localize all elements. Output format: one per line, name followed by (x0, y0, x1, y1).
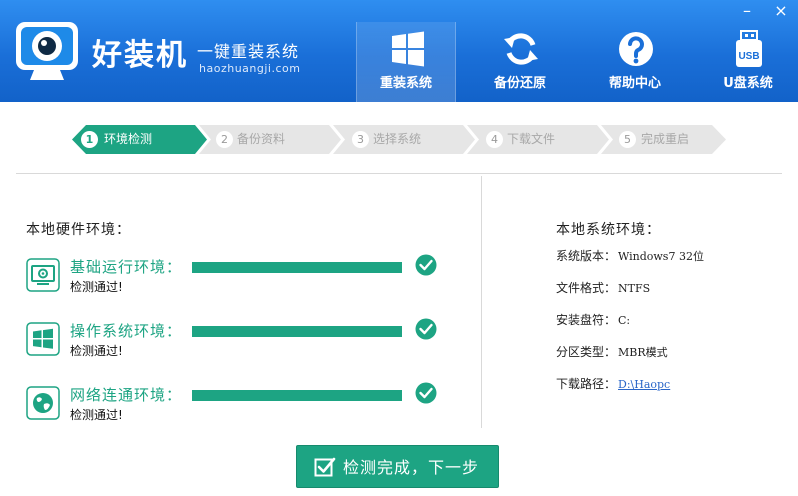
hardware-section-title: 本地硬件环境： (26, 222, 131, 238)
step-label: 下载文件 (507, 132, 556, 146)
nav-backup-restore[interactable]: 备份还原 (470, 22, 570, 102)
check-status: 检测通过! (70, 408, 123, 422)
check-passed-icon (415, 254, 437, 276)
info-value: NTFS (618, 282, 651, 295)
step-finish-restart: 5 完成重启 (601, 125, 726, 154)
step-number: 3 (352, 131, 369, 148)
check-passed-icon (415, 382, 437, 404)
info-system-version: 系统版本： Windows7 32位 (556, 249, 704, 264)
check-row-basic-runtime: 基础运行环境： 检测通过! (26, 254, 446, 304)
step-number: 4 (486, 131, 503, 148)
download-path-link[interactable]: D:\Haopc (618, 378, 670, 391)
info-value: Windows7 32位 (618, 250, 704, 263)
divider-horizontal (16, 173, 782, 174)
usb-icon: USB (736, 30, 762, 67)
step-label: 完成重启 (641, 132, 690, 146)
nav-label: U盘系统 (723, 76, 773, 91)
check-progress-bar (192, 390, 402, 401)
next-step-button[interactable]: 检测完成，下一步 (296, 445, 499, 488)
step-label: 环境检测 (104, 132, 153, 146)
brand-url: haozhuangji.com (199, 62, 301, 75)
minimize-button[interactable]: – (736, 2, 758, 22)
step-download-files: 4 下载文件 (467, 125, 609, 154)
info-label: 文件格式： (556, 281, 617, 295)
brand-name: 好装机 (92, 38, 188, 73)
check-label: 基础运行环境： (70, 258, 183, 276)
monitor-gear-icon (26, 258, 60, 292)
svg-text:USB: USB (738, 51, 759, 62)
info-label: 系统版本： (556, 249, 617, 263)
nav-label: 帮助中心 (608, 76, 661, 91)
checkbox-checked-icon (314, 457, 336, 477)
refresh-icon (504, 33, 538, 65)
next-step-label: 检测完成，下一步 (343, 458, 480, 477)
info-partition-type: 分区类型： MBR模式 (556, 345, 668, 360)
step-backup-data: 2 备份资料 (199, 125, 341, 154)
divider-vertical (481, 176, 482, 428)
globe-icon (26, 386, 60, 420)
nav-label: 备份还原 (493, 76, 546, 91)
brand-slogan: 一键重装系统 (197, 42, 300, 61)
windows-icon (26, 322, 60, 356)
app-header: 好装机 一键重装系统 haozhuangji.com 重装系统 备份还原 帮助中… (0, 0, 798, 102)
step-number: 5 (619, 131, 636, 148)
windows-icon (392, 31, 424, 67)
step-environment-check: 1 环境检测 (72, 125, 207, 154)
check-progress-bar (192, 326, 402, 337)
check-progress-bar (192, 262, 402, 273)
check-label: 操作系统环境： (70, 322, 183, 340)
check-row-network: 网络连通环境： 检测通过! (26, 382, 446, 432)
check-status: 检测通过! (70, 344, 123, 358)
nav-reinstall-system[interactable]: 重装系统 (356, 22, 456, 102)
check-label: 网络连通环境： (70, 386, 183, 404)
logo-monitor-icon (16, 22, 78, 80)
info-label: 下载路径： (556, 377, 617, 391)
info-label: 安装盘符： (556, 313, 617, 327)
check-status: 检测通过! (70, 280, 123, 294)
nav-help-center[interactable]: 帮助中心 (585, 22, 685, 102)
step-label: 备份资料 (237, 132, 286, 146)
step-number: 1 (81, 131, 98, 148)
info-value: MBR模式 (618, 346, 668, 359)
info-label: 分区类型： (556, 345, 617, 359)
check-passed-icon (415, 318, 437, 340)
info-value: C: (618, 314, 631, 327)
close-button[interactable]: × (770, 2, 792, 22)
check-row-operating-system: 操作系统环境： 检测通过! (26, 318, 446, 368)
info-file-format: 文件格式： NTFS (556, 281, 650, 296)
help-icon (619, 32, 653, 66)
step-number: 2 (216, 131, 233, 148)
step-select-system: 3 选择系统 (333, 125, 475, 154)
system-section-title: 本地系统环境： (556, 222, 661, 238)
nav-usb-system[interactable]: USB U盘系统 (698, 22, 798, 102)
info-download-path: 下载路径： D:\Haopc (556, 377, 670, 392)
step-label: 选择系统 (373, 132, 422, 146)
info-install-drive: 安装盘符： C: (556, 313, 630, 328)
nav-label: 重装系统 (379, 76, 432, 91)
